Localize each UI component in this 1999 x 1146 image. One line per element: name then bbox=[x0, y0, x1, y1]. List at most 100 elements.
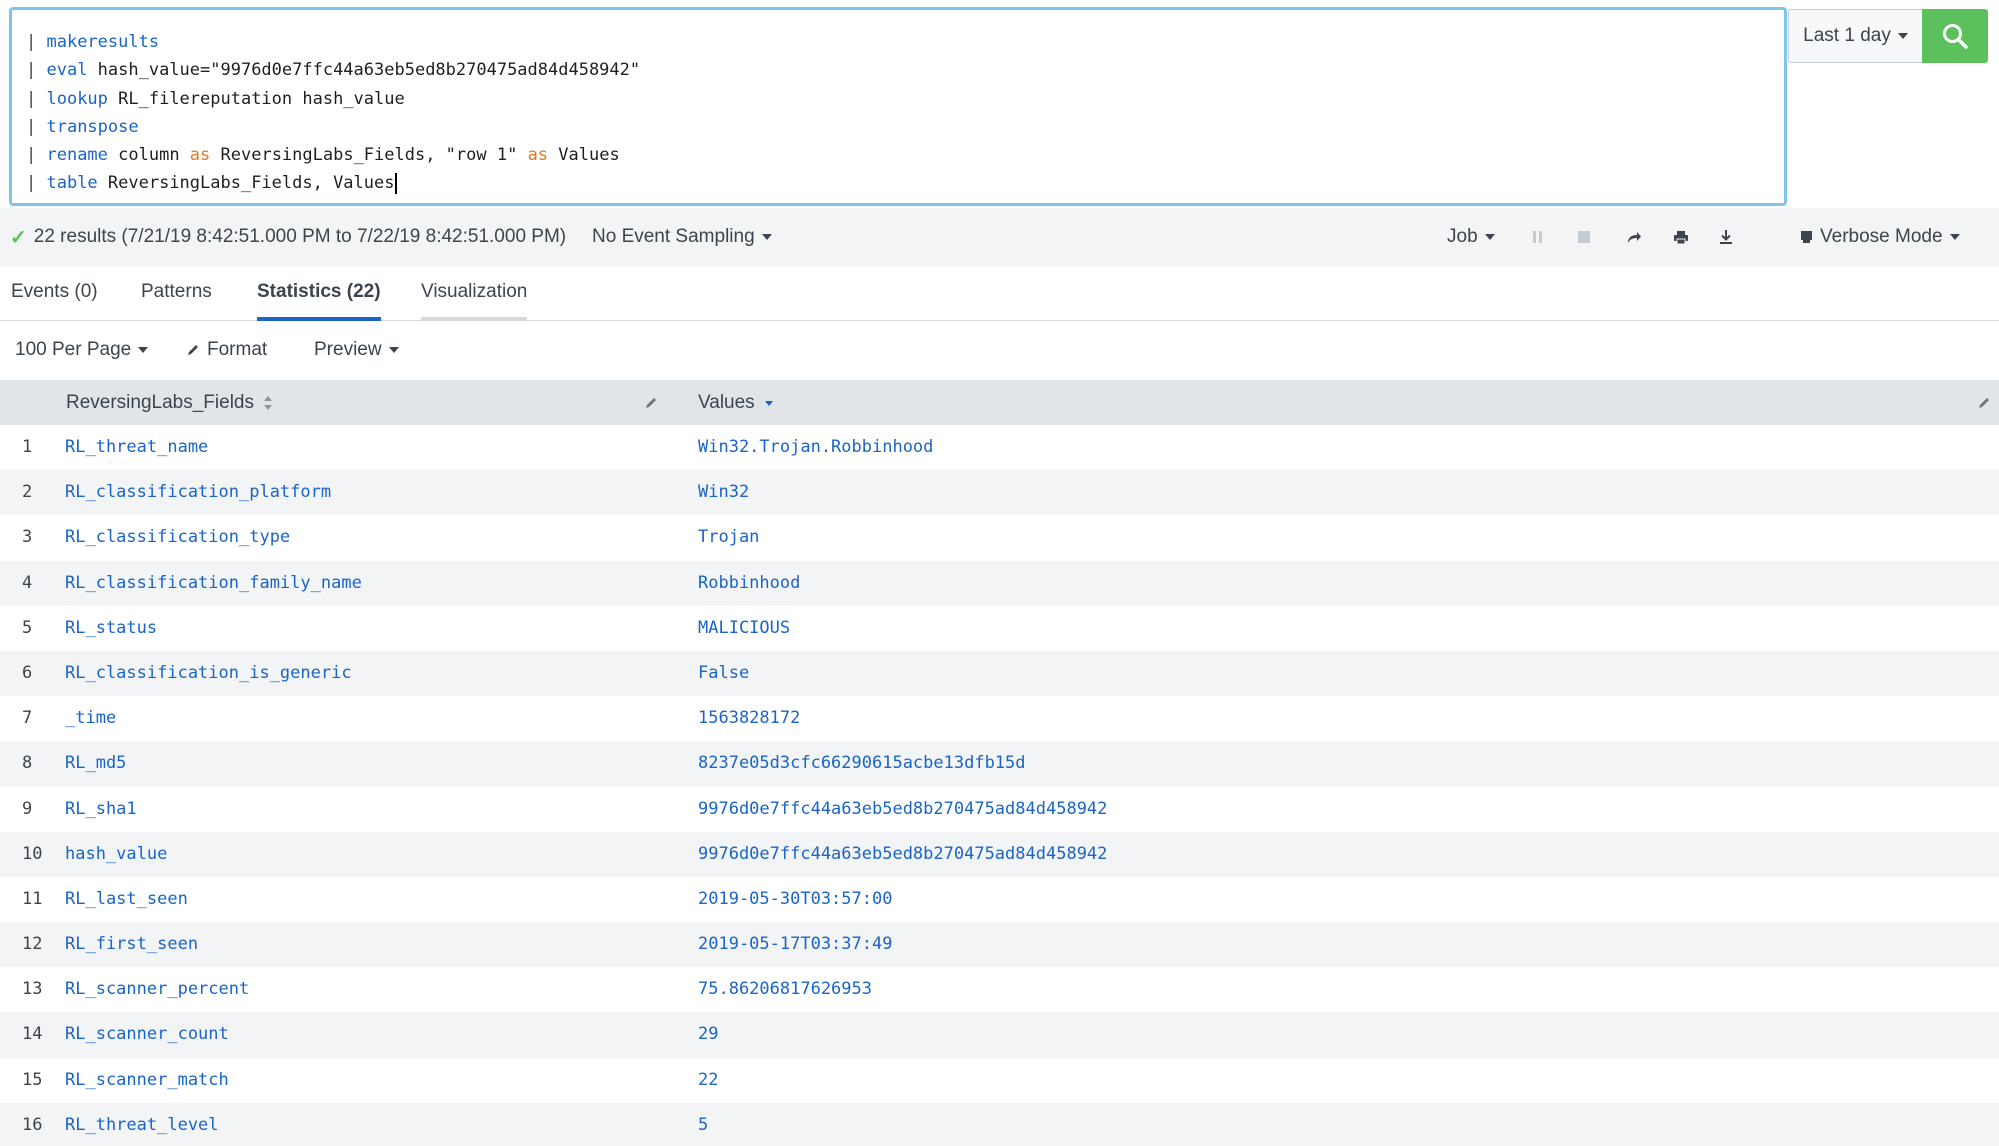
row-number: 16 bbox=[22, 1114, 43, 1135]
sort-icon bbox=[264, 395, 272, 410]
field-name-cell[interactable]: RL_first_seen bbox=[65, 922, 198, 967]
tab-patterns[interactable]: Patterns bbox=[141, 266, 212, 321]
sort-descending-icon bbox=[764, 400, 773, 406]
field-name-cell[interactable]: RL_sha1 bbox=[65, 787, 137, 832]
search-query-editor[interactable]: | makeresults | eval hash_value="9976d0e… bbox=[9, 7, 1787, 206]
row-number: 10 bbox=[22, 843, 43, 864]
table-body: 1 RL_threat_name Win32.Trojan.Robbinhood 2 R… bbox=[0, 425, 1999, 1146]
value-cell[interactable]: 75.86206817626953 bbox=[698, 967, 872, 1012]
field-name-cell[interactable]: RL_threat_level bbox=[65, 1103, 219, 1146]
field-name-cell[interactable]: RL_classification_type bbox=[65, 515, 290, 560]
value-cell[interactable]: 5 bbox=[698, 1103, 708, 1146]
pipe-symbol: | bbox=[26, 173, 47, 194]
value-cell[interactable]: 8237e05d3cfc66290615acbe13dfb15d bbox=[698, 741, 1026, 786]
column-header-fields[interactable]: ReversingLabs_Fields bbox=[66, 380, 273, 425]
tab-statistics[interactable]: Statistics (22) bbox=[257, 266, 381, 321]
print-icon[interactable] bbox=[1670, 226, 1692, 248]
stop-icon[interactable] bbox=[1573, 226, 1595, 248]
row-number: 14 bbox=[22, 1024, 43, 1045]
field-name-cell[interactable]: _time bbox=[65, 696, 116, 741]
value-cell[interactable]: MALICIOUS bbox=[698, 606, 790, 651]
field-name-cell[interactable]: RL_classification_family_name bbox=[65, 561, 362, 606]
value-cell[interactable]: Robbinhood bbox=[698, 561, 800, 606]
search-mode-dropdown[interactable]: Verbose Mode bbox=[1800, 208, 1960, 266]
preview-dropdown[interactable]: Preview bbox=[314, 322, 399, 377]
value-cell[interactable]: 29 bbox=[698, 1012, 718, 1057]
format-button[interactable]: Format bbox=[186, 322, 267, 377]
row-number: 8 bbox=[22, 753, 33, 774]
field-name-cell[interactable]: RL_threat_name bbox=[65, 425, 208, 470]
column-header-values[interactable]: Values bbox=[698, 380, 774, 425]
table-row: 4 RL_classification_family_name Robbinhood bbox=[0, 560, 1999, 606]
value-cell[interactable]: 2019-05-30T03:57:00 bbox=[698, 877, 892, 922]
pause-icon[interactable] bbox=[1527, 226, 1549, 248]
row-number: 1 bbox=[22, 437, 33, 457]
row-number: 4 bbox=[22, 572, 33, 593]
field-name-cell[interactable]: RL_scanner_count bbox=[65, 1012, 229, 1057]
table-row: 12 RL_first_seen 2019-05-17T03:37:49 bbox=[0, 922, 1999, 968]
result-count: ✓ 22 results (7/21/19 8:42:51.000 PM to … bbox=[10, 208, 566, 266]
query-command: eval bbox=[46, 60, 88, 81]
query-command: transpose bbox=[46, 116, 139, 137]
value-cell[interactable]: False bbox=[698, 651, 749, 696]
tab-visualization[interactable]: Visualization bbox=[421, 266, 528, 321]
value-cell[interactable]: Win32.Trojan.Robbinhood bbox=[698, 425, 933, 470]
share-icon[interactable] bbox=[1623, 226, 1645, 248]
chevron-down-icon bbox=[388, 346, 399, 353]
search-button[interactable] bbox=[1922, 9, 1988, 63]
value-cell[interactable]: 22 bbox=[698, 1058, 718, 1103]
table-row: 3 RL_classification_type Trojan bbox=[0, 515, 1999, 560]
value-cell[interactable]: 2019-05-17T03:37:49 bbox=[698, 922, 892, 967]
column-title: ReversingLabs_Fields bbox=[66, 391, 254, 413]
row-number: 12 bbox=[22, 934, 43, 955]
tab-events[interactable]: Events (0) bbox=[11, 266, 98, 321]
event-sampling-dropdown[interactable]: No Event Sampling bbox=[592, 208, 772, 266]
field-name-cell[interactable]: RL_classification_platform bbox=[65, 470, 331, 515]
query-args: ReversingLabs_Fields, "row 1" bbox=[210, 145, 528, 166]
table-row: 14 RL_scanner_count 29 bbox=[0, 1012, 1999, 1058]
query-command: table bbox=[46, 173, 98, 194]
table-row: 7 _time 1563828172 bbox=[0, 696, 1999, 741]
value-cell[interactable]: 9976d0e7ffc44a63eb5ed8b270475ad84d458942 bbox=[698, 787, 1107, 832]
field-name-cell[interactable]: RL_md5 bbox=[65, 741, 126, 786]
edit-column-values-button[interactable] bbox=[1977, 380, 1991, 425]
time-range-picker[interactable]: Last 1 day bbox=[1788, 9, 1923, 63]
pipe-symbol: | bbox=[26, 60, 47, 81]
statistics-table: ReversingLabs_Fields Values 1 RL_threat_n… bbox=[0, 380, 1999, 1146]
pipe-symbol: | bbox=[26, 145, 47, 166]
column-title: Values bbox=[698, 391, 755, 413]
preview-label: Preview bbox=[314, 338, 382, 360]
row-number: 5 bbox=[22, 617, 33, 638]
query-command: makeresults bbox=[46, 32, 160, 52]
field-name-cell[interactable]: RL_classification_is_generic bbox=[65, 651, 352, 696]
per-page-dropdown[interactable]: 100 Per Page bbox=[15, 322, 149, 377]
pencil-icon bbox=[646, 397, 656, 408]
job-menu[interactable]: Job bbox=[1447, 208, 1495, 266]
row-number: 3 bbox=[22, 527, 33, 548]
value-cell[interactable]: Win32 bbox=[698, 470, 749, 515]
value-cell[interactable]: Trojan bbox=[698, 515, 759, 560]
value-cell[interactable]: 9976d0e7ffc44a63eb5ed8b270475ad84d458942 bbox=[698, 832, 1107, 877]
value-cell[interactable]: 1563828172 bbox=[698, 696, 800, 741]
time-range-label: Last 1 day bbox=[1803, 25, 1891, 46]
mode-icon bbox=[1801, 231, 1812, 243]
row-number: 15 bbox=[22, 1069, 43, 1090]
export-icon[interactable] bbox=[1715, 226, 1737, 248]
query-args: column bbox=[107, 145, 190, 166]
results-toolbar: 100 Per Page Format Preview bbox=[0, 322, 1999, 377]
chevron-down-icon bbox=[1484, 234, 1495, 240]
query-args: hash_value="9976d0e7ffc44a63eb5ed8b27047… bbox=[87, 60, 641, 81]
query-operator: as bbox=[189, 145, 211, 166]
row-number: 9 bbox=[22, 798, 33, 819]
field-name-cell[interactable]: hash_value bbox=[65, 832, 167, 877]
table-row: 13 RL_scanner_percent 75.86206817626953 bbox=[0, 967, 1999, 1012]
field-name-cell[interactable]: RL_last_seen bbox=[65, 877, 188, 922]
field-name-cell[interactable]: RL_scanner_percent bbox=[65, 967, 249, 1012]
edit-column-fields-button[interactable] bbox=[644, 380, 658, 425]
checkmark-icon: ✓ bbox=[10, 226, 27, 249]
field-name-cell[interactable]: RL_status bbox=[65, 606, 157, 651]
job-status-bar: ✓ 22 results (7/21/19 8:42:51.000 PM to … bbox=[0, 208, 1999, 266]
job-label: Job bbox=[1447, 226, 1478, 247]
field-name-cell[interactable]: RL_scanner_match bbox=[65, 1058, 229, 1103]
pencil-icon bbox=[188, 344, 198, 355]
